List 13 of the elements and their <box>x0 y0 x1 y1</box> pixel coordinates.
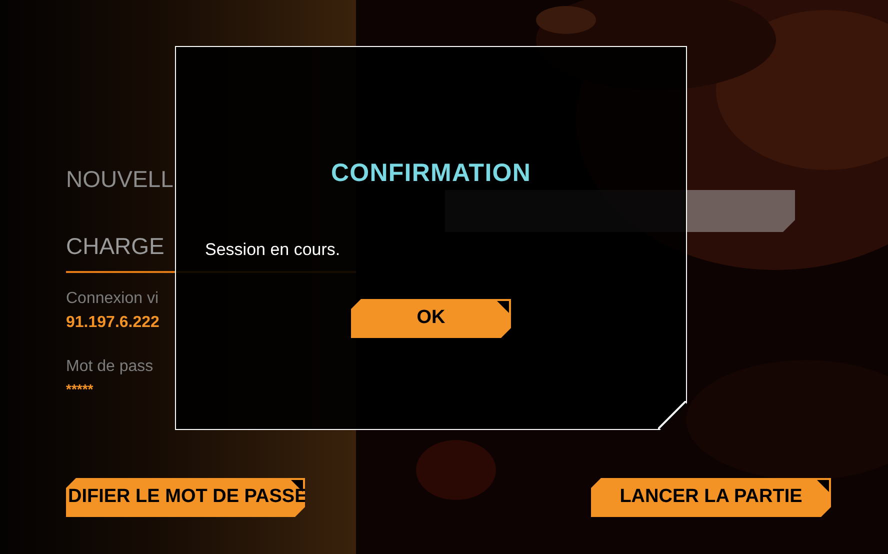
ok-button[interactable]: OK <box>351 299 511 338</box>
dialog-message: Session en cours. <box>205 238 340 260</box>
menu-item[interactable]: CHARGE <box>66 228 164 263</box>
change-password-button[interactable]: DIFIER LE MOT DE PASSE <box>66 478 305 517</box>
corner-mark-icon <box>497 301 509 313</box>
ip-address: 91.197.6.222 <box>66 313 160 333</box>
dialog-title: CONFIRMATION <box>330 158 532 189</box>
menu-item[interactable]: NOUVELL <box>66 162 174 196</box>
password-value: ***** <box>66 380 94 399</box>
corner-mark-icon <box>817 480 829 492</box>
connection-label: Connexion vi <box>66 289 160 309</box>
launch-game-button[interactable]: LANCER LA PARTIE <box>591 478 831 517</box>
password-label: Mot de pass <box>66 357 154 377</box>
